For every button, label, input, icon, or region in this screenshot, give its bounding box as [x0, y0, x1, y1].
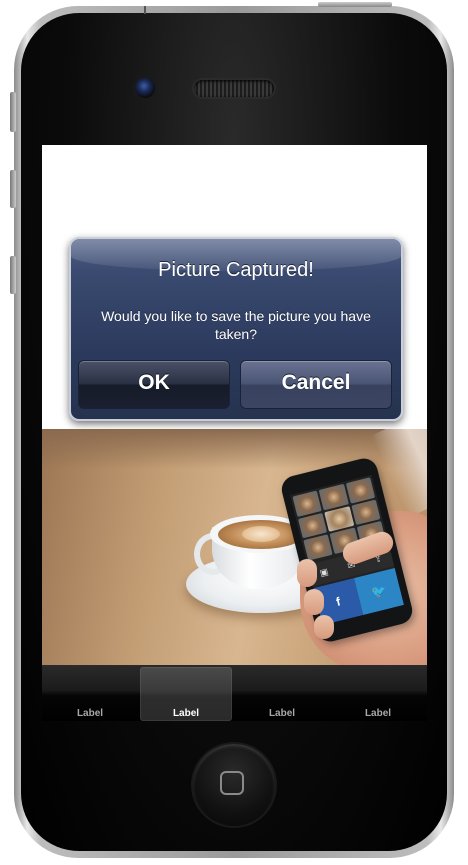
top-seam	[144, 6, 146, 14]
home-button[interactable]	[193, 744, 275, 826]
tab-label: Label	[364, 708, 392, 719]
alert-message: Would you like to save the picture you h…	[101, 308, 371, 342]
volume-up-button	[10, 170, 16, 208]
mute-switch	[10, 92, 16, 132]
tab-item-1[interactable]: Label	[44, 667, 136, 721]
ok-button[interactable]: OK	[78, 360, 230, 409]
front-camera	[135, 78, 155, 98]
tab-item-4[interactable]: Label	[332, 667, 424, 721]
tab-label: Label	[172, 708, 200, 719]
photo-latte-art	[242, 526, 280, 542]
photo-finger	[304, 589, 324, 615]
photo-thumbnail	[345, 477, 376, 504]
alert-title: Picture Captured!	[158, 259, 314, 281]
photo-thumbnail	[318, 483, 349, 511]
tab-item-3[interactable]: Label	[236, 667, 328, 721]
tab-item-2[interactable]: Label	[140, 667, 232, 721]
home-square-icon	[220, 771, 244, 795]
image-icon: ▣	[318, 565, 330, 578]
photo-finger	[297, 559, 317, 587]
twitter-icon: 🐦	[354, 567, 404, 616]
alert-dialog: Picture Captured! Would you like to save…	[69, 237, 403, 421]
screen: Picture Captured! Would you like to save…	[42, 145, 427, 721]
photo-finger	[314, 615, 334, 639]
photo-thumbnail	[292, 490, 323, 517]
tab-label: Label	[76, 708, 104, 719]
photo-thumbnail	[303, 534, 334, 561]
captured-photo: ▣ ✉ ⇪ f 🐦	[42, 429, 427, 665]
tab-bar: Label Label Label Label	[42, 665, 427, 721]
sleep-button	[318, 2, 392, 7]
tab-label: Label	[268, 708, 296, 719]
cancel-button[interactable]: Cancel	[240, 360, 392, 409]
earpiece-speaker	[194, 80, 274, 97]
volume-down-button	[10, 256, 16, 294]
